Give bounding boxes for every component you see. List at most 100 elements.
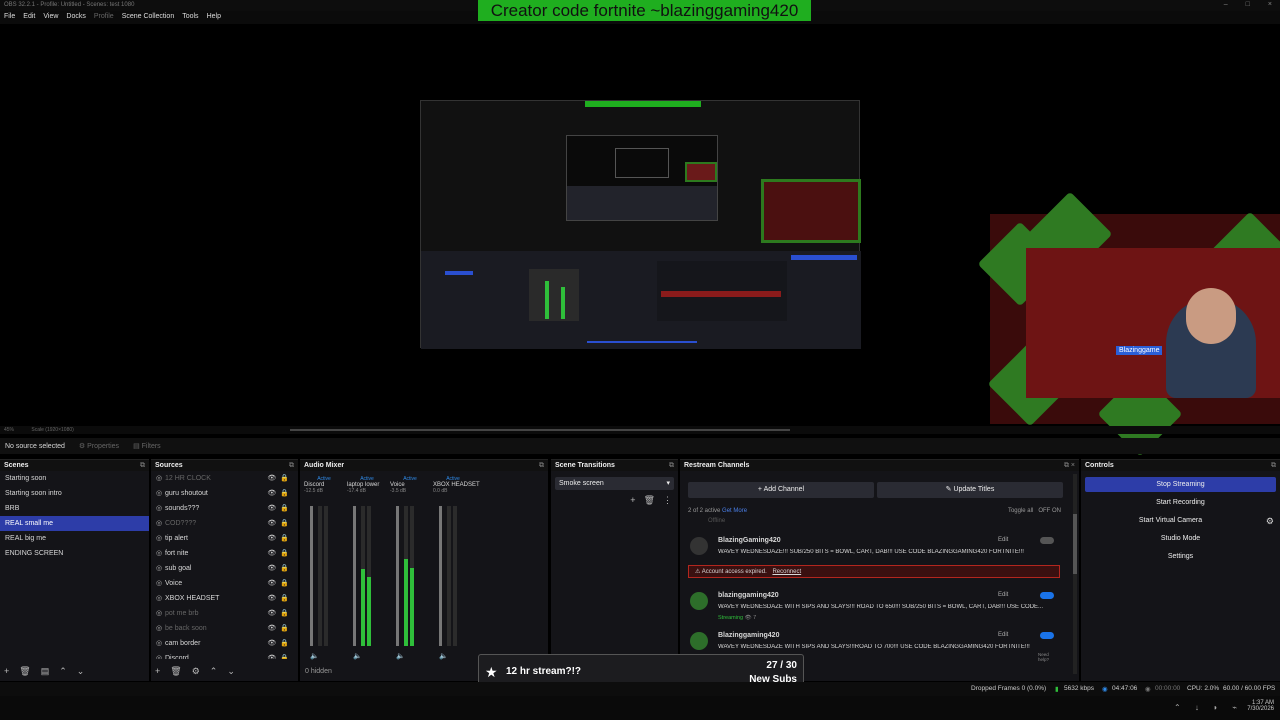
remove-source-icon[interactable]: 🗑 <box>170 666 181 677</box>
need-help-link[interactable]: Need help? <box>1038 652 1054 662</box>
remove-scene-icon[interactable]: 🗑 <box>19 666 30 677</box>
lock-icon[interactable]: 🔒 <box>280 490 293 497</box>
edit-link[interactable]: Edit <box>998 537 1008 543</box>
add-transition-icon[interactable]: + <box>630 495 635 506</box>
menu-docks[interactable]: Docks <box>66 13 85 22</box>
source-item[interactable]: ◎ pot me brb 👁🔒 <box>151 606 298 621</box>
menu-help[interactable]: Help <box>207 13 221 22</box>
menu-edit[interactable]: Edit <box>23 13 35 22</box>
channel-toggle-on[interactable] <box>1040 632 1054 639</box>
source-item[interactable]: ◎ be back soon 👁🔒 <box>151 621 298 636</box>
lock-icon[interactable]: 🔒 <box>280 595 293 602</box>
scene-item[interactable]: BRB <box>0 501 149 516</box>
source-item[interactable]: ◎ guru shoutout 👁🔒 <box>151 486 298 501</box>
toggle-on[interactable]: ON <box>1052 508 1061 514</box>
menu-file[interactable]: File <box>4 13 15 22</box>
source-item[interactable]: ◎ cam border 👁🔒 <box>151 636 298 651</box>
lock-icon[interactable]: 🔒 <box>280 655 293 659</box>
visibility-eye-icon[interactable]: 👁 <box>267 565 280 572</box>
source-item[interactable]: ◎ Voice 👁🔒 <box>151 576 298 591</box>
dock-float-icon[interactable]: ⧉ <box>539 462 544 470</box>
start-recording-button[interactable]: Start Recording <box>1085 495 1276 510</box>
scene-filters-icon[interactable]: ▤ <box>41 666 50 677</box>
move-up-icon[interactable]: ⌃ <box>210 666 218 677</box>
start-virtual-camera-button[interactable]: Start Virtual Camera <box>1085 513 1256 528</box>
close-window-button[interactable]: × <box>1268 1 1272 8</box>
tray-icons[interactable]: ⌃ ↓ ◗ ⌁ <box>1174 703 1243 712</box>
add-source-icon[interactable]: + <box>155 666 160 677</box>
lock-icon[interactable]: 🔒 <box>280 610 293 617</box>
settings-button[interactable]: Settings <box>1085 549 1276 564</box>
source-item[interactable]: ◎ sub goal 👁🔒 <box>151 561 298 576</box>
visibility-eye-icon[interactable]: 👁 <box>267 550 280 557</box>
scene-item[interactable]: Starting soon intro <box>0 486 149 501</box>
lock-icon[interactable]: 🔒 <box>280 520 293 527</box>
volume-fader[interactable] <box>439 506 442 646</box>
lock-icon[interactable]: 🔒 <box>280 625 293 632</box>
volume-fader[interactable] <box>396 506 399 646</box>
lock-icon[interactable]: 🔒 <box>280 565 293 572</box>
volume-fader[interactable] <box>353 506 356 646</box>
minimize-button[interactable]: – <box>1224 1 1228 8</box>
studio-mode-button[interactable]: Studio Mode <box>1085 531 1276 546</box>
toggle-all[interactable]: Toggle all OFF ON <box>1008 508 1061 514</box>
volume-fader[interactable] <box>310 506 313 646</box>
visibility-eye-icon[interactable]: 👁 <box>267 610 280 617</box>
menu-tools[interactable]: Tools <box>182 13 198 22</box>
lock-icon[interactable]: 🔒 <box>280 640 293 647</box>
move-down-icon[interactable]: ⌄ <box>227 666 235 677</box>
preview-scroll-thumb[interactable] <box>290 429 790 431</box>
dock-float-icon[interactable]: ⧉ <box>1271 462 1276 470</box>
maximize-button[interactable]: □ <box>1246 1 1250 8</box>
lock-icon[interactable]: 🔒 <box>280 580 293 587</box>
scene-item[interactable]: Starting soon <box>0 471 149 486</box>
dock-float-icon[interactable]: ⧉ <box>669 462 674 470</box>
transition-select[interactable]: Smoke screen ▾ <box>555 477 674 490</box>
channel-toggle-off[interactable] <box>1040 537 1054 544</box>
channel-toggle-on[interactable] <box>1040 592 1054 599</box>
lock-icon[interactable]: 🔒 <box>280 550 293 557</box>
speaker-icon[interactable]: 🔈 <box>310 652 319 660</box>
visibility-eye-icon[interactable]: 👁 <box>267 520 280 527</box>
close-icon[interactable]: ⧉ × <box>1064 462 1075 470</box>
properties-button[interactable]: ⚙ Properties <box>79 442 119 450</box>
scene-item[interactable]: REAL big me <box>0 531 149 546</box>
visibility-eye-icon[interactable]: 👁 <box>267 490 280 497</box>
preview-scale[interactable]: Scale (1920×1080) <box>31 427 73 433</box>
reconnect-link[interactable]: Reconnect <box>772 569 801 575</box>
move-down-icon[interactable]: ⌄ <box>77 666 85 677</box>
more-options-icon[interactable]: ⋮ <box>663 495 672 506</box>
source-item[interactable]: ◎ tip alert 👁🔒 <box>151 531 298 546</box>
lock-icon[interactable]: 🔒 <box>280 505 293 512</box>
gear-icon[interactable]: ⚙ <box>1266 516 1274 527</box>
dock-float-icon[interactable]: ⧉ <box>289 462 294 470</box>
remove-transition-icon[interactable]: 🗑 <box>644 495 655 506</box>
menu-view[interactable]: View <box>43 13 58 22</box>
lock-icon[interactable]: 🔒 <box>280 475 293 482</box>
speaker-icon[interactable]: 🔈 <box>353 652 362 660</box>
visibility-eye-icon[interactable]: 👁 <box>267 535 280 542</box>
move-up-icon[interactable]: ⌃ <box>59 666 67 677</box>
add-channel-button[interactable]: + Add Channel <box>688 482 874 498</box>
visibility-eye-icon[interactable]: 👁 <box>267 580 280 587</box>
edit-link[interactable]: Edit <box>998 632 1008 638</box>
add-scene-icon[interactable]: + <box>4 666 9 677</box>
scene-item-selected[interactable]: REAL small me <box>0 516 149 531</box>
program-preview[interactable]: Blazinggame <box>0 24 1280 457</box>
source-item[interactable]: ◎ Discord 👁🔒 <box>151 651 298 659</box>
source-item[interactable]: ◎ 12 HR CLOCK 👁🔒 <box>151 471 298 486</box>
source-item[interactable]: ◎ sounds??? 👁🔒 <box>151 501 298 516</box>
scene-item[interactable]: ENDING SCREEN <box>0 546 149 561</box>
dock-float-icon[interactable]: ⧉ <box>140 462 145 470</box>
source-settings-icon[interactable]: ⚙ <box>192 666 200 677</box>
visibility-eye-icon[interactable]: 👁 <box>267 625 280 632</box>
edit-link[interactable]: Edit <box>998 592 1008 598</box>
source-item[interactable]: ◎ fort nite 👁🔒 <box>151 546 298 561</box>
menu-scene-collection[interactable]: Scene Collection <box>122 13 175 22</box>
toggle-off[interactable]: OFF <box>1038 508 1050 514</box>
speaker-icon[interactable]: 🔈 <box>396 652 405 660</box>
visibility-eye-icon[interactable]: 👁 <box>267 655 280 659</box>
visibility-eye-icon[interactable]: 👁 <box>267 640 280 647</box>
visibility-eye-icon[interactable]: 👁 <box>267 475 280 482</box>
restream-scrollbar[interactable] <box>1073 474 1077 674</box>
